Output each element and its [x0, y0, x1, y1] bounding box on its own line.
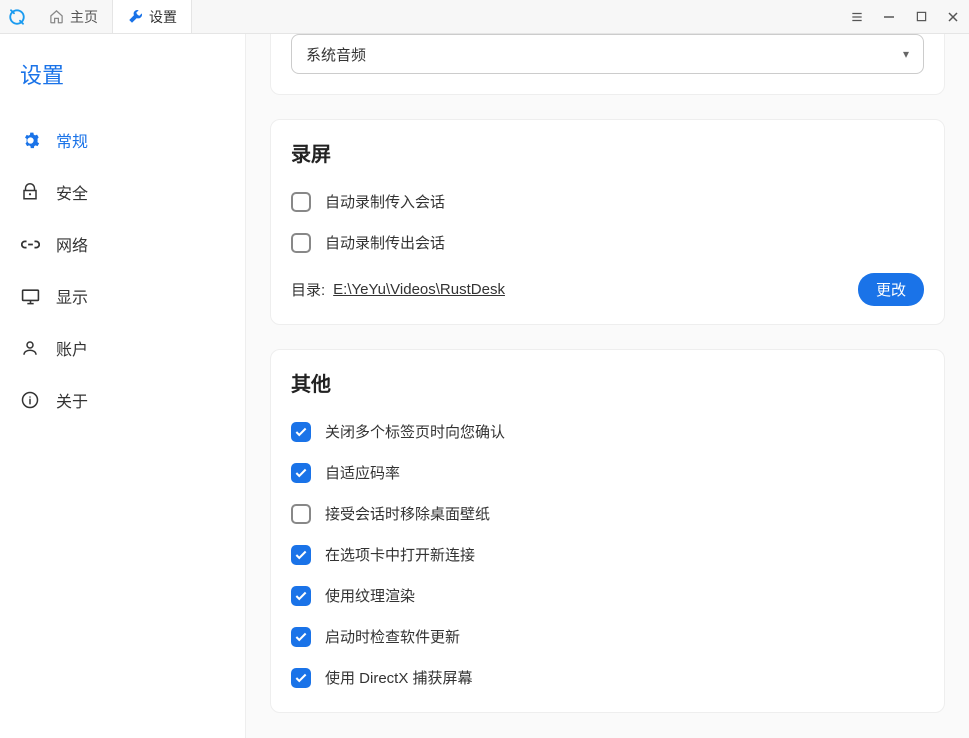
checkbox-label: 自动录制传出会话 — [325, 232, 445, 253]
home-icon — [48, 9, 64, 25]
checkbox-icon — [291, 463, 311, 483]
checkbox-label: 关闭多个标签页时向您确认 — [325, 421, 505, 442]
recording-title: 录屏 — [291, 138, 924, 167]
checkbox-icon — [291, 627, 311, 647]
sidebar: 设置 常规 安全 网络 显示 — [0, 34, 246, 738]
checkbox-icon — [291, 545, 311, 565]
wrench-icon — [127, 9, 143, 25]
checkbox-row[interactable]: 使用纹理渲染 — [291, 575, 924, 616]
window-controls — [841, 0, 969, 33]
chevron-down-icon: ▾ — [903, 47, 909, 61]
user-icon — [20, 338, 40, 358]
checkbox-icon — [291, 233, 311, 253]
path-label: 目录: — [291, 279, 325, 300]
maximize-button[interactable] — [905, 0, 937, 33]
minimize-button[interactable] — [873, 0, 905, 33]
audio-card: 系统音频 ▾ — [270, 34, 945, 95]
checkbox-label: 启动时检查软件更新 — [325, 626, 460, 647]
sidebar-item-security[interactable]: 安全 — [0, 166, 245, 218]
checkbox-icon — [291, 192, 311, 212]
content-area: 系统音频 ▾ 录屏 自动录制传入会话 自动录制传出会话 目录: E:\ — [246, 34, 969, 738]
sidebar-item-account[interactable]: 账户 — [0, 322, 245, 374]
checkbox-label: 接受会话时移除桌面壁纸 — [325, 503, 490, 524]
change-path-button[interactable]: 更改 — [858, 273, 924, 306]
checkbox-icon — [291, 422, 311, 442]
sidebar-item-general[interactable]: 常规 — [0, 114, 245, 166]
checkbox-row[interactable]: 接受会话时移除桌面壁纸 — [291, 493, 924, 534]
close-button[interactable] — [937, 0, 969, 33]
sidebar-item-label: 网络 — [56, 232, 88, 256]
tab-home-label: 主页 — [70, 7, 98, 27]
checkbox-icon — [291, 586, 311, 606]
checkbox-row[interactable]: 关闭多个标签页时向您确认 — [291, 411, 924, 452]
sidebar-item-label: 常规 — [56, 128, 88, 152]
monitor-icon — [20, 286, 40, 306]
recording-path[interactable]: E:\YeYu\Videos\RustDesk — [333, 281, 505, 298]
checkbox-icon — [291, 504, 311, 524]
menu-icon[interactable] — [841, 0, 873, 33]
app-logo-icon — [0, 0, 34, 33]
sidebar-item-about[interactable]: 关于 — [0, 374, 245, 426]
checkbox-row[interactable]: 启动时检查软件更新 — [291, 616, 924, 657]
tab-settings[interactable]: 设置 — [113, 0, 192, 33]
checkbox-row[interactable]: 自适应码率 — [291, 452, 924, 493]
other-card: 其他 关闭多个标签页时向您确认自适应码率接受会话时移除桌面壁纸在选项卡中打开新连… — [270, 349, 945, 713]
other-title: 其他 — [291, 368, 924, 397]
recording-card: 录屏 自动录制传入会话 自动录制传出会话 目录: E:\YeYu\Videos\… — [270, 119, 945, 325]
checkbox-row-auto-out[interactable]: 自动录制传出会话 — [291, 222, 924, 263]
checkbox-label: 在选项卡中打开新连接 — [325, 544, 475, 565]
sidebar-item-label: 显示 — [56, 284, 88, 308]
sidebar-item-display[interactable]: 显示 — [0, 270, 245, 322]
tab-settings-label: 设置 — [149, 7, 177, 27]
checkbox-label: 自动录制传入会话 — [325, 191, 445, 212]
checkbox-label: 使用纹理渲染 — [325, 585, 415, 606]
sidebar-item-network[interactable]: 网络 — [0, 218, 245, 270]
info-icon — [20, 390, 40, 410]
sidebar-item-label: 安全 — [56, 180, 88, 204]
checkbox-row[interactable]: 使用 DirectX 捕获屏幕 — [291, 657, 924, 698]
checkbox-label: 使用 DirectX 捕获屏幕 — [325, 667, 473, 688]
sidebar-item-label: 关于 — [56, 388, 88, 412]
gear-icon — [20, 130, 40, 150]
tab-home[interactable]: 主页 — [34, 0, 113, 33]
audio-select-value: 系统音频 — [306, 44, 366, 65]
sidebar-title: 设置 — [0, 50, 245, 114]
audio-select[interactable]: 系统音频 ▾ — [291, 34, 924, 74]
link-icon — [20, 234, 40, 254]
recording-path-row: 目录: E:\YeYu\Videos\RustDesk 更改 — [291, 263, 924, 310]
lock-icon — [20, 182, 40, 202]
title-bar: 主页 设置 — [0, 0, 969, 34]
checkbox-icon — [291, 668, 311, 688]
checkbox-row-auto-in[interactable]: 自动录制传入会话 — [291, 181, 924, 222]
checkbox-row[interactable]: 在选项卡中打开新连接 — [291, 534, 924, 575]
checkbox-label: 自适应码率 — [325, 462, 400, 483]
sidebar-item-label: 账户 — [56, 336, 88, 360]
main-area: 设置 常规 安全 网络 显示 — [0, 34, 969, 738]
